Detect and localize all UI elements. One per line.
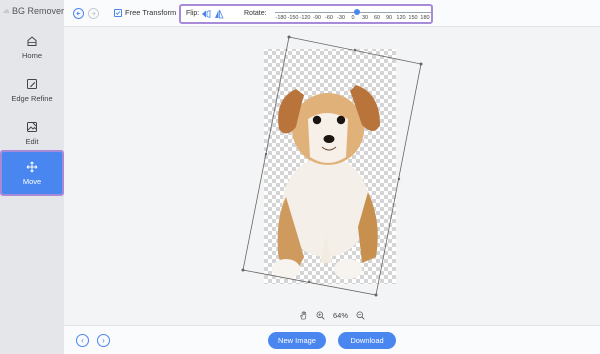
sidebar-item-label: Edge Refine (11, 93, 53, 103)
rotate-tick-label: -120 (299, 15, 311, 21)
checkmark-icon (115, 11, 121, 16)
sidebar-item-label: Edit (25, 136, 39, 146)
rotate-tick-label: -90 (313, 15, 321, 21)
download-button[interactable]: Download (338, 332, 396, 349)
app-window: BG Remover Home Edge Refine Edit Move Fr… (0, 0, 600, 354)
sidebar-item-edge-refine[interactable]: Edge Refine (0, 69, 64, 111)
zoom-in-icon[interactable] (316, 311, 325, 320)
chevron-right-icon: › (102, 335, 105, 345)
bottom-bar: ‹ › New Image Download (64, 325, 600, 354)
undo-button[interactable] (73, 8, 84, 19)
rotate-tick-label: 0 (351, 15, 355, 21)
hand-icon[interactable] (299, 310, 308, 320)
title-bar: BG Remover (0, 0, 64, 22)
chevron-left-icon: ‹ (81, 335, 84, 345)
rotate-tick-label: 30 (361, 15, 369, 21)
home-icon (27, 35, 37, 46)
rotate-tick-label: -180 (275, 15, 287, 21)
sidebar: Home Edge Refine Edit Move (0, 22, 64, 354)
free-transform-label: Free Transform (125, 8, 177, 17)
sidebar-item-edit[interactable]: Edit (0, 112, 64, 154)
dog-image (272, 85, 380, 279)
rotate-slider[interactable]: -180 -150 -120 -90 -60 -30 0 30 60 90 120 150 180 (275, 7, 431, 22)
rotate-tick-label: 60 (373, 15, 381, 21)
edge-refine-icon (27, 78, 37, 89)
rotate-tick-label: 120 (396, 15, 406, 21)
transform-controls: Flip: Rotate: -180 -150 -120 -90 -60 -30 0 30 60… (179, 4, 433, 24)
rotate-tick-label: 90 (385, 15, 393, 21)
rotate-tick-label: 180 (420, 15, 430, 21)
sidebar-item-label: Move (22, 176, 42, 186)
edit-icon (27, 121, 37, 132)
rotate-tick-label: -30 (337, 15, 345, 21)
rotate-label: Rotate: (244, 10, 267, 17)
zoom-out-icon[interactable] (356, 311, 365, 320)
previous-button[interactable]: ‹ (76, 334, 89, 347)
rotate-slider-track (275, 12, 431, 13)
canvas-drawing (241, 35, 423, 297)
redo-button[interactable] (88, 8, 99, 19)
redo-icon (91, 11, 96, 16)
new-image-button[interactable]: New Image (268, 332, 326, 349)
cloud-logo-icon (3, 9, 10, 14)
flip-vertical-icon[interactable] (214, 9, 224, 19)
rotate-tick-labels: -180 -150 -120 -90 -60 -30 0 30 60 90 120 150 180 (275, 15, 431, 21)
image-canvas[interactable] (64, 27, 600, 305)
top-toolbar: Free Transform Flip: Rotate: -180 -150 -12… (64, 0, 600, 27)
next-button[interactable]: › (97, 334, 110, 347)
sidebar-item-move[interactable]: Move (0, 150, 64, 196)
undo-icon (76, 11, 81, 16)
rotate-tick-label: -150 (287, 15, 299, 21)
flip-horizontal-icon[interactable] (201, 9, 211, 19)
zoom-percent: 64% (332, 310, 348, 320)
flip-label: Flip: (186, 10, 200, 17)
sidebar-item-home[interactable]: Home (0, 26, 64, 68)
zoom-bar: 64% (64, 305, 600, 325)
app-title: BG Remover (11, 6, 64, 16)
sidebar-item-label: Home (21, 50, 42, 60)
free-transform-checkbox[interactable] (114, 9, 122, 17)
rotate-tick-label: -60 (325, 15, 333, 21)
move-icon (26, 161, 38, 172)
rotate-tick-label: 150 (408, 15, 418, 21)
